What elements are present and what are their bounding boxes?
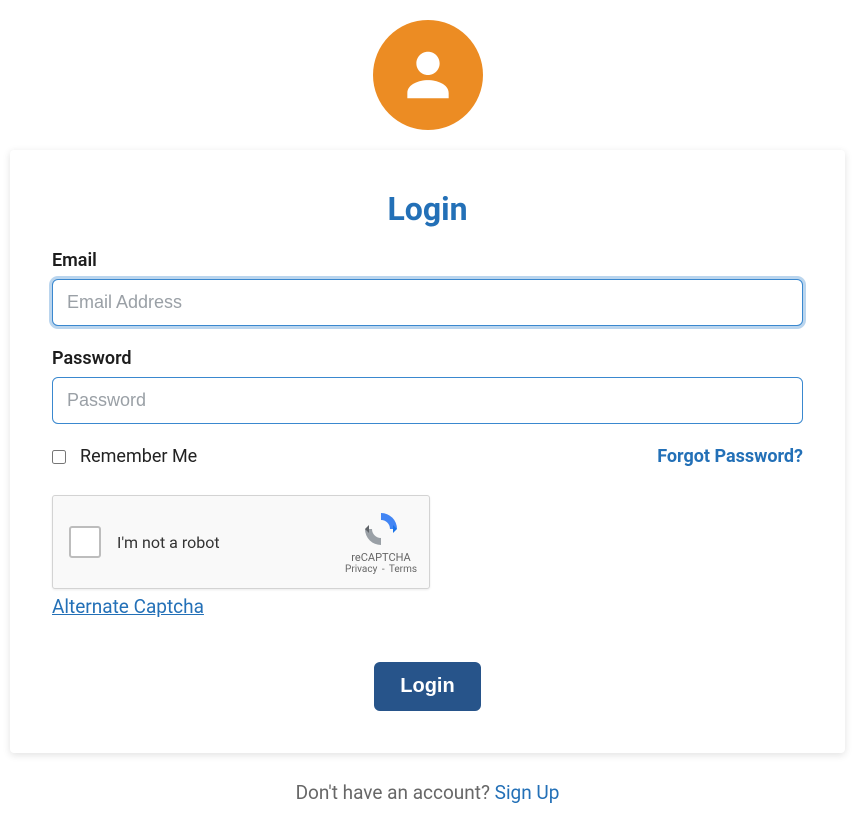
email-label: Email [52,250,803,271]
recaptcha-brand: reCAPTCHA [351,551,410,564]
user-avatar-icon [373,20,483,130]
login-card: Login Email Password Remember Me Forgot … [10,150,845,753]
alternate-captcha-link[interactable]: Alternate Captcha [52,595,204,618]
remember-me-wrap[interactable]: Remember Me [52,446,197,467]
login-button[interactable]: Login [374,662,480,711]
user-icon [397,44,459,106]
email-input[interactable] [52,279,803,326]
recaptcha-badge: reCAPTCHA Privacy - Terms [345,509,417,575]
recaptcha-checkbox[interactable] [69,526,101,558]
recaptcha-label: I'm not a robot [117,533,345,552]
signup-text: Don't have an account? [296,781,495,804]
recaptcha-privacy-link[interactable]: Privacy [345,564,377,575]
recaptcha-icon [361,509,401,549]
recaptcha-widget: I'm not a robot reCAPTCHA Privacy - Term… [52,495,430,589]
password-label: Password [52,348,803,369]
forgot-password-link[interactable]: Forgot Password? [657,446,803,467]
signup-link[interactable]: Sign Up [495,781,560,804]
signup-prompt: Don't have an account? Sign Up [10,781,845,804]
recaptcha-terms-link[interactable]: Terms [389,564,417,575]
password-input[interactable] [52,377,803,424]
page-title: Login [52,190,803,228]
remember-me-checkbox[interactable] [52,450,66,464]
remember-me-label: Remember Me [80,446,197,467]
recaptcha-separator: - [382,564,385,575]
